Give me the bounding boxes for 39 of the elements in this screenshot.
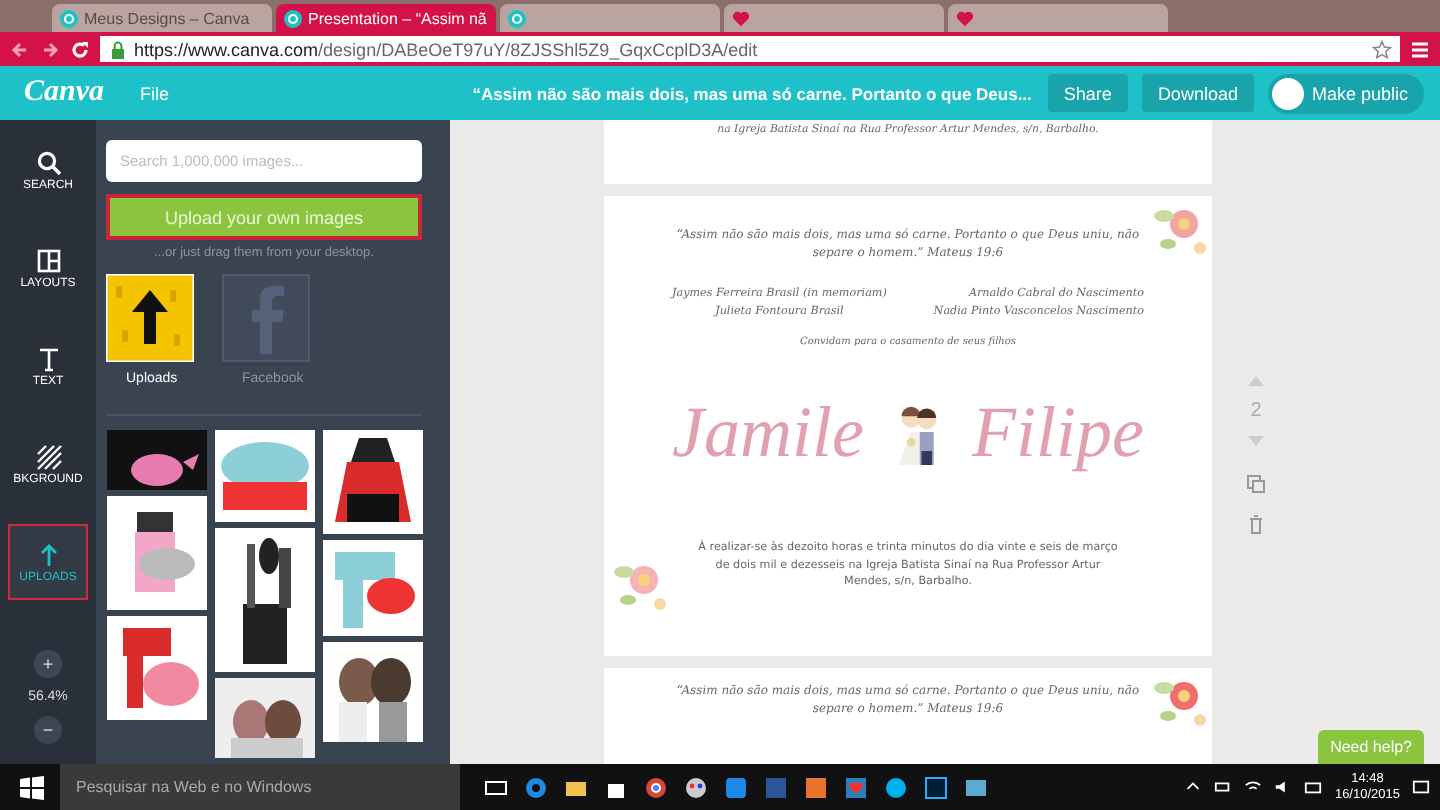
design-title: “Assim não são mais dois, mas uma só carne. Portanto o que Deus... [470,83,1032,103]
heart-icon [732,9,750,27]
zoom-in-button[interactable]: + [33,650,62,678]
bride-name: Jamile [672,390,864,475]
lock-icon [108,39,128,59]
heart-icon [956,9,974,27]
search-field[interactable]: Pesquisar na Web e no Windows [60,764,460,810]
search-icon [35,149,61,175]
app-icon[interactable] [924,775,948,799]
windows-icon[interactable] [20,775,44,799]
address-bar[interactable]: https://www.canva.com/design/DABeOeT97uY/8ZJSShl5Z9_GqxCcplD3A/edit [100,36,1400,62]
upload-arrow-icon [106,274,194,362]
app-icon[interactable] [724,775,748,799]
canva-icon [284,9,302,27]
menu-icon[interactable] [1410,39,1430,59]
star-icon[interactable] [1372,39,1392,59]
text-icon [35,345,61,371]
browser-tab[interactable]: Meus Designs – Canva [52,4,272,32]
palette-icon[interactable] [684,775,708,799]
zoom-out-button[interactable]: − [33,716,62,744]
reload-icon[interactable] [70,39,90,59]
groom-name: Filipe [972,390,1144,475]
forward-arrow-icon[interactable] [40,39,60,59]
share-button[interactable]: Share [1047,74,1128,112]
browser-tab[interactable]: Presentation – “Assim nã [276,4,496,32]
make-public-toggle[interactable]: Make public [1267,73,1424,113]
page-number: 2 [1250,400,1262,422]
canva-icon [60,9,78,27]
canva-logo: Canva [24,76,105,110]
app-icon[interactable] [804,775,828,799]
layout-icon [35,247,61,273]
back-arrow-icon[interactable] [10,39,30,59]
facebook-icon [222,274,310,362]
task-view-icon[interactable] [484,775,508,799]
upload-icon [35,541,61,567]
canva-icon [508,9,526,27]
download-button[interactable]: Download [1141,74,1254,112]
heart-icon[interactable] [844,775,868,799]
chrome-icon[interactable] [644,775,668,799]
